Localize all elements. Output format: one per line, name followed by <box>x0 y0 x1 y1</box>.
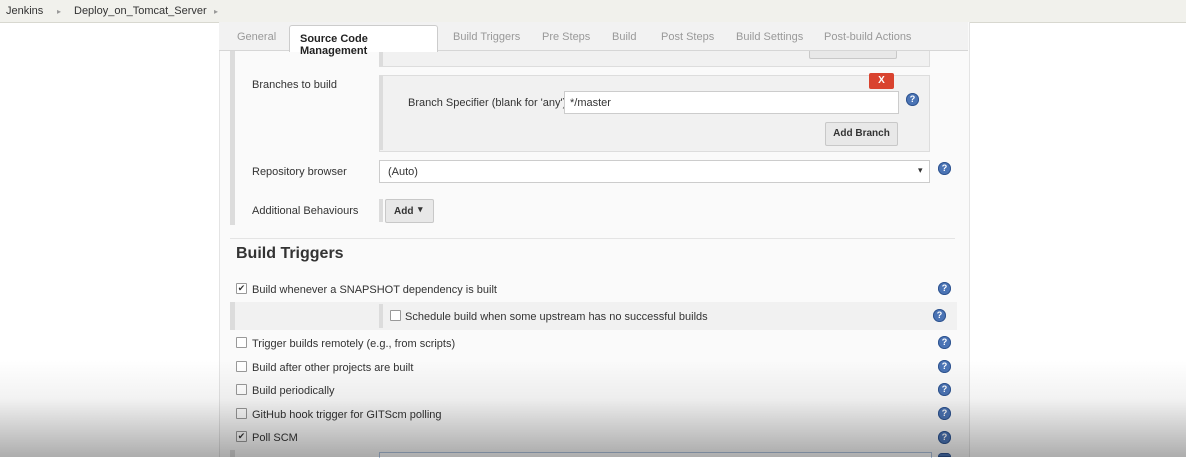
tab-post-steps[interactable]: Post Steps <box>661 31 714 43</box>
trigger-label: Build periodically <box>252 385 335 397</box>
breadcrumb-job[interactable]: Deploy_on_Tomcat_Server <box>74 5 207 17</box>
additional-behaviours-label: Additional Behaviours <box>252 205 359 217</box>
tab-build-settings[interactable]: Build Settings <box>736 31 803 43</box>
branch-specifier-label: Branch Specifier (blank for 'any') <box>408 97 567 109</box>
add-branch-button[interactable]: Add Branch <box>825 122 898 146</box>
chevron-right-icon: ▸ <box>214 7 219 16</box>
schedule-upstream-checkbox[interactable] <box>390 310 401 321</box>
section-divider <box>230 238 955 239</box>
help-icon[interactable]: ? <box>938 407 951 420</box>
help-icon[interactable]: ? <box>938 431 951 444</box>
trigger-label: Schedule build when some upstream has no… <box>405 311 708 323</box>
help-icon[interactable]: ? <box>938 360 951 373</box>
trigger-label: GitHub hook trigger for GITScm polling <box>252 409 442 421</box>
delete-branch-button[interactable]: X <box>869 73 894 89</box>
advanced-button[interactable] <box>809 50 897 59</box>
repo-browser-select[interactable]: (Auto) ▾ <box>379 160 930 183</box>
tab-label: Source Code Management <box>300 33 368 57</box>
tab-build[interactable]: Build <box>612 31 636 43</box>
tab-pre-steps[interactable]: Pre Steps <box>542 31 590 43</box>
nested-indent-bar <box>230 302 235 330</box>
tab-build-triggers[interactable]: Build Triggers <box>453 31 520 43</box>
tab-source-code-management[interactable]: Source Code Management <box>289 25 438 57</box>
poll-scm-checkbox[interactable]: ✔ <box>236 431 247 442</box>
add-behaviour-button[interactable]: Add ▾ <box>385 199 434 223</box>
build-triggers-heading: Build Triggers <box>236 245 344 262</box>
help-icon[interactable]: ? <box>933 309 946 322</box>
repo-browser-value: (Auto) <box>388 166 418 178</box>
add-box-bar <box>379 199 383 222</box>
branch-specifier-input[interactable] <box>564 91 899 114</box>
tab-general[interactable]: General <box>237 31 276 43</box>
trigger-label: Poll SCM <box>252 432 298 444</box>
schedule-textarea[interactable] <box>379 452 932 458</box>
help-icon[interactable]: ? <box>938 336 951 349</box>
help-icon[interactable]: ? <box>938 162 951 175</box>
repo-browser-label: Repository browser <box>252 166 347 178</box>
branch-box-bar <box>379 75 383 150</box>
snapshot-checkbox[interactable]: ✔ <box>236 283 247 294</box>
build-after-checkbox[interactable] <box>236 361 247 372</box>
build-periodically-checkbox[interactable] <box>236 384 247 395</box>
nested-option-bar <box>379 304 383 328</box>
help-icon[interactable]: ? <box>938 383 951 396</box>
help-icon[interactable]: ? <box>938 282 951 295</box>
section-indent-bar <box>230 50 235 225</box>
trigger-label: Build whenever a SNAPSHOT dependency is … <box>252 284 497 296</box>
tab-post-build-actions[interactable]: Post-build Actions <box>824 31 911 43</box>
breadcrumb-jenkins[interactable]: Jenkins <box>6 5 43 17</box>
help-icon[interactable] <box>938 453 951 457</box>
poll-indent-bar <box>230 450 235 457</box>
github-hook-checkbox[interactable] <box>236 408 247 419</box>
branches-label: Branches to build <box>252 79 337 91</box>
add-label: Add <box>394 206 414 217</box>
trigger-label: Trigger builds remotely (e.g., from scri… <box>252 338 456 350</box>
caret-down-icon: ▾ <box>418 204 423 214</box>
trigger-label: Build after other projects are built <box>252 362 414 374</box>
trigger-remote-checkbox[interactable] <box>236 337 247 348</box>
chevron-right-icon: ▸ <box>57 7 62 16</box>
caret-down-icon: ▾ <box>918 165 923 175</box>
help-icon[interactable]: ? <box>906 93 919 106</box>
